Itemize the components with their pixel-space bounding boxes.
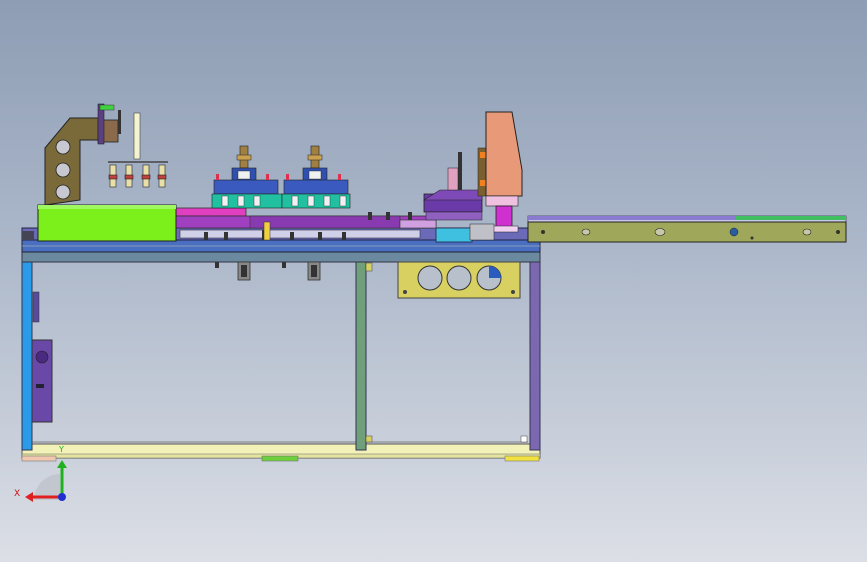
machine-assembly-drawing[interactable]: X Y: [0, 0, 867, 562]
outfeed-conveyor: [527, 215, 847, 243]
y-axis-label: Y: [58, 445, 64, 454]
machine-frame: [21, 239, 541, 462]
cad-viewport[interactable]: X Y: [0, 0, 867, 562]
stamping-station: [422, 111, 523, 241]
lime-feeder-block: [37, 204, 177, 242]
hopper-bracket: [44, 103, 168, 206]
x-axis-label: X: [14, 489, 20, 499]
